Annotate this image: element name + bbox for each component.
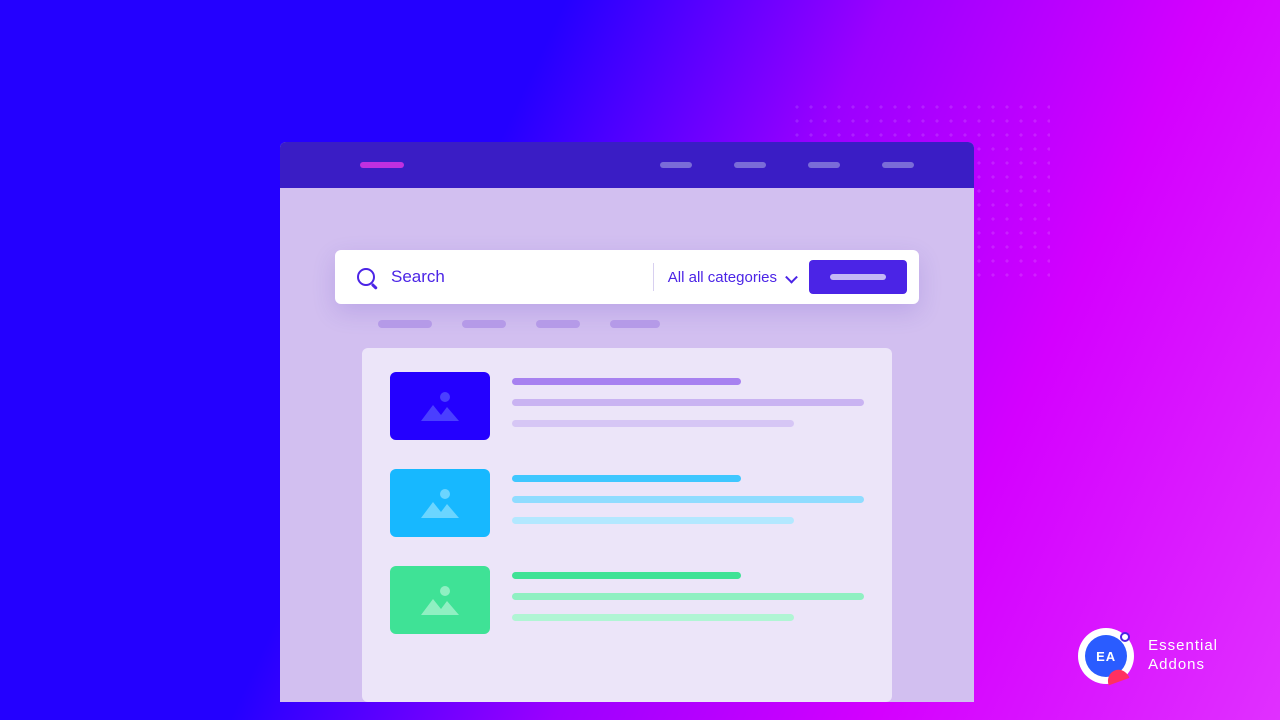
- result-line-placeholder: [512, 420, 794, 427]
- results-panel: [362, 348, 892, 702]
- image-icon: [417, 484, 463, 522]
- nav-links: [660, 162, 914, 168]
- result-thumbnail: [390, 566, 490, 634]
- result-title-placeholder: [512, 572, 741, 579]
- filter-tabs: [378, 320, 660, 328]
- search-bar: All all categories: [335, 250, 919, 304]
- result-item[interactable]: [390, 372, 864, 441]
- result-line-placeholder: [512, 399, 864, 406]
- category-dropdown[interactable]: All all categories: [668, 269, 795, 286]
- search-submit-button[interactable]: [809, 260, 907, 294]
- window-titlebar: [280, 142, 974, 188]
- category-label: All all categories: [668, 269, 777, 286]
- tab-item[interactable]: [536, 320, 580, 328]
- divider: [653, 263, 654, 291]
- tab-item[interactable]: [610, 320, 660, 328]
- badge-circle: EA: [1078, 628, 1134, 684]
- search-icon: [357, 268, 375, 286]
- image-icon: [417, 387, 463, 425]
- result-text: [512, 566, 864, 635]
- button-label-placeholder: [830, 274, 886, 280]
- tab-item[interactable]: [462, 320, 506, 328]
- nav-item[interactable]: [808, 162, 840, 168]
- brand-placeholder: [360, 162, 404, 168]
- nav-item[interactable]: [882, 162, 914, 168]
- nav-item[interactable]: [660, 162, 692, 168]
- result-item[interactable]: [390, 566, 864, 635]
- image-icon: [417, 581, 463, 619]
- badge-line1: Essential: [1148, 637, 1218, 656]
- nav-item[interactable]: [734, 162, 766, 168]
- result-text: [512, 372, 864, 441]
- result-line-placeholder: [512, 496, 864, 503]
- mock-browser-window: All all categories: [280, 142, 974, 702]
- brand-badge: EA Essential Addons: [1078, 628, 1218, 684]
- result-title-placeholder: [512, 378, 741, 385]
- result-line-placeholder: [512, 614, 794, 621]
- badge-text: Essential Addons: [1148, 637, 1218, 675]
- badge-line2: Addons: [1148, 656, 1218, 675]
- result-line-placeholder: [512, 593, 864, 600]
- tab-item[interactable]: [378, 320, 432, 328]
- result-item[interactable]: [390, 469, 864, 538]
- result-title-placeholder: [512, 475, 741, 482]
- search-input[interactable]: [391, 267, 639, 287]
- result-line-placeholder: [512, 517, 794, 524]
- result-thumbnail: [390, 469, 490, 537]
- badge-dot-icon: [1120, 632, 1130, 642]
- result-thumbnail: [390, 372, 490, 440]
- result-text: [512, 469, 864, 538]
